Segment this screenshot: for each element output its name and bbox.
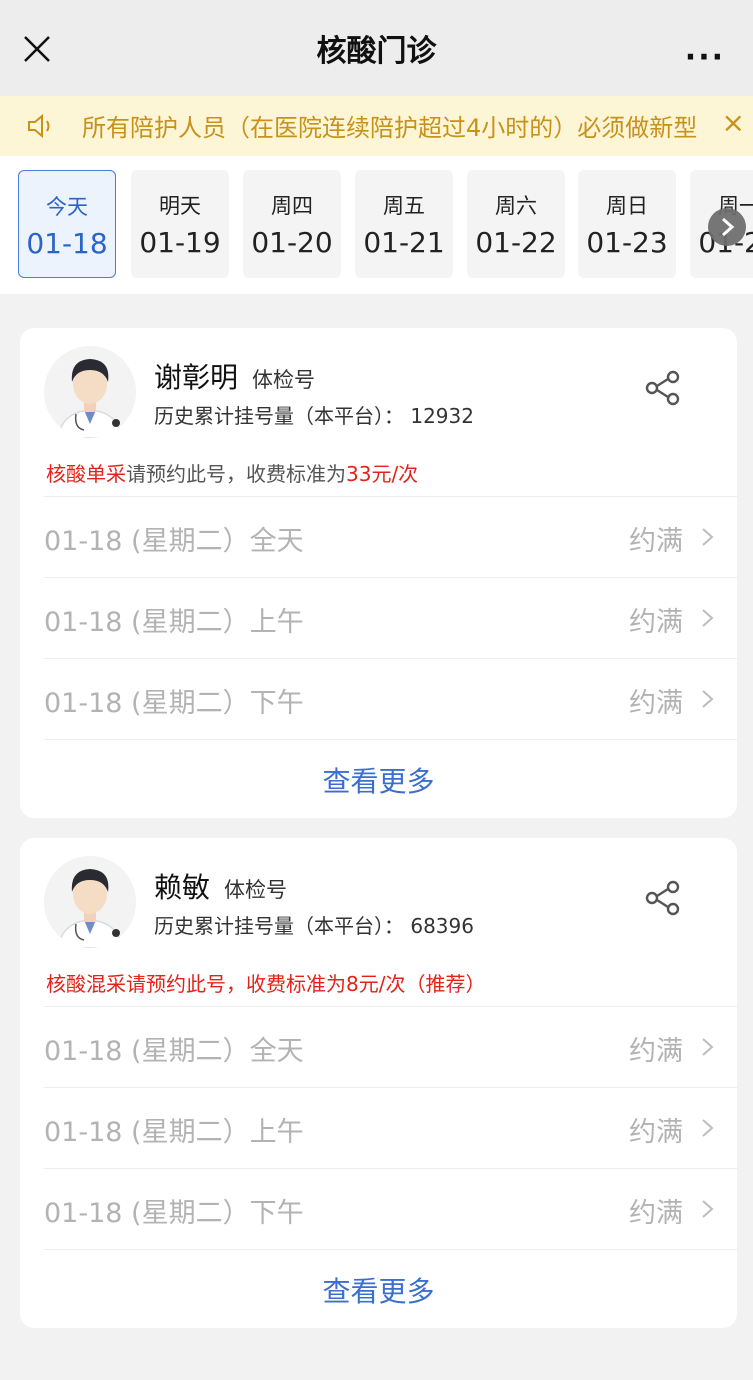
date-tab-friday[interactable]: 周五 01-21 [355,170,453,278]
chevron-right-icon [702,1038,714,1056]
chevron-right-icon [702,528,714,546]
doctor-card: 赖敏 体检号 历史累计挂号量（本平台）： 68396 核酸混采请预约此号，收费标准… [20,838,737,1328]
fee-note-type: 核酸混采请预约此号，收费标准为8元/次（推荐） [46,972,486,996]
date-tab-date: 01-19 [139,226,221,259]
time-slot-row[interactable]: 01-18 (星期二）下午 约满 [44,1168,737,1248]
slot-status: 约满 [629,1198,683,1229]
time-slot-row[interactable]: 01-18 (星期二）全天 约满 [44,496,737,576]
date-tab-date: 01-21 [363,226,445,259]
chevron-right-icon [702,1200,714,1218]
date-tab-tomorrow[interactable]: 明天 01-19 [131,170,229,278]
date-tab-thursday[interactable]: 周四 01-20 [243,170,341,278]
date-tab-date: 01-22 [475,226,557,259]
share-icon[interactable] [643,368,683,408]
date-tab-date: 01-20 [251,226,333,259]
date-tab-label: 今天 [46,195,88,219]
doctor-tag: 体检号 [224,878,288,902]
date-tab-label: 周日 [606,194,648,218]
date-tab-date: 01-23 [586,226,668,259]
time-slot-row[interactable]: 01-18 (星期二）全天 约满 [44,1006,737,1086]
chevron-right-icon [702,690,714,708]
date-selector: 今天 01-18 明天 01-19 周四 01-20 周五 01-21 周六 0… [0,156,753,294]
notice-text: 所有陪护人员（在医院连续陪护超过4小时的）必须做新型 [82,114,698,142]
doctor-avatar [44,856,136,948]
doctor-name: 谢彰明 体检号 [154,356,315,396]
slot-status: 约满 [629,1117,683,1148]
close-icon[interactable] [22,34,52,64]
slot-date: 01-18 (星期二）全天 [44,526,304,557]
divider [44,1249,737,1250]
view-more-link[interactable]: 查看更多 [20,760,737,800]
time-slot-row[interactable]: 01-18 (星期二）下午 约满 [44,658,737,738]
slot-status: 约满 [629,1036,683,1067]
share-icon[interactable] [643,878,683,918]
chevron-right-icon [702,609,714,627]
date-tab-label: 周六 [495,194,537,218]
slot-date: 01-18 (星期二）上午 [44,1117,304,1148]
scroll-right-icon[interactable] [708,208,746,246]
doctor-name-text: 谢彰明 [154,361,239,394]
time-slot-row[interactable]: 01-18 (星期二）上午 约满 [44,1087,737,1167]
doctor-avatar [44,346,136,438]
nav-header: 核酸门诊 ··· [0,0,753,96]
fee-note: 核酸混采请预约此号，收费标准为8元/次（推荐） [46,968,485,997]
slot-date: 01-18 (星期二）上午 [44,607,304,638]
more-menu-icon[interactable]: ··· [685,40,725,75]
slot-status: 约满 [629,688,683,719]
doctor-card: 谢彰明 体检号 历史累计挂号量（本平台）： 12932 核酸单采请预约此号，收费标… [20,328,737,818]
slot-date: 01-18 (星期二）下午 [44,1198,304,1229]
date-tab-date: 01-18 [26,227,108,260]
divider [44,739,737,740]
slot-date: 01-18 (星期二）全天 [44,1036,304,1067]
date-tab-label: 明天 [159,194,201,218]
date-tab-sunday[interactable]: 周日 01-23 [578,170,676,278]
doctor-tag: 体检号 [252,368,316,392]
fee-note-text: 请预约此号，收费标准为 [126,462,346,486]
date-tab-label: 周五 [383,194,425,218]
slot-status: 约满 [629,607,683,638]
doctor-name: 赖敏 体检号 [154,866,287,906]
slot-status: 约满 [629,526,683,557]
date-tab-today[interactable]: 今天 01-18 [18,170,116,278]
fee-note: 核酸单采请预约此号，收费标准为33元/次 [46,458,418,487]
doctor-name-text: 赖敏 [154,871,211,904]
chevron-right-icon [702,1119,714,1137]
view-more-link[interactable]: 查看更多 [20,1270,737,1310]
registration-count: 历史累计挂号量（本平台）： 12932 [154,404,474,428]
registration-count: 历史累计挂号量（本平台）： 68396 [154,914,474,938]
date-tab-label: 周四 [271,194,313,218]
page-title: 核酸门诊 [316,34,437,69]
notice-close-icon[interactable]: × [722,106,745,139]
fee-note-type: 核酸单采 [46,462,126,486]
speaker-icon [28,113,50,139]
slot-date: 01-18 (星期二）下午 [44,688,304,719]
date-tab-saturday[interactable]: 周六 01-22 [467,170,565,278]
time-slot-row[interactable]: 01-18 (星期二）上午 约满 [44,577,737,657]
notice-bar: 所有陪护人员（在医院连续陪护超过4小时的）必须做新型 × [0,96,753,156]
fee-note-price: 33元/次 [346,462,419,486]
